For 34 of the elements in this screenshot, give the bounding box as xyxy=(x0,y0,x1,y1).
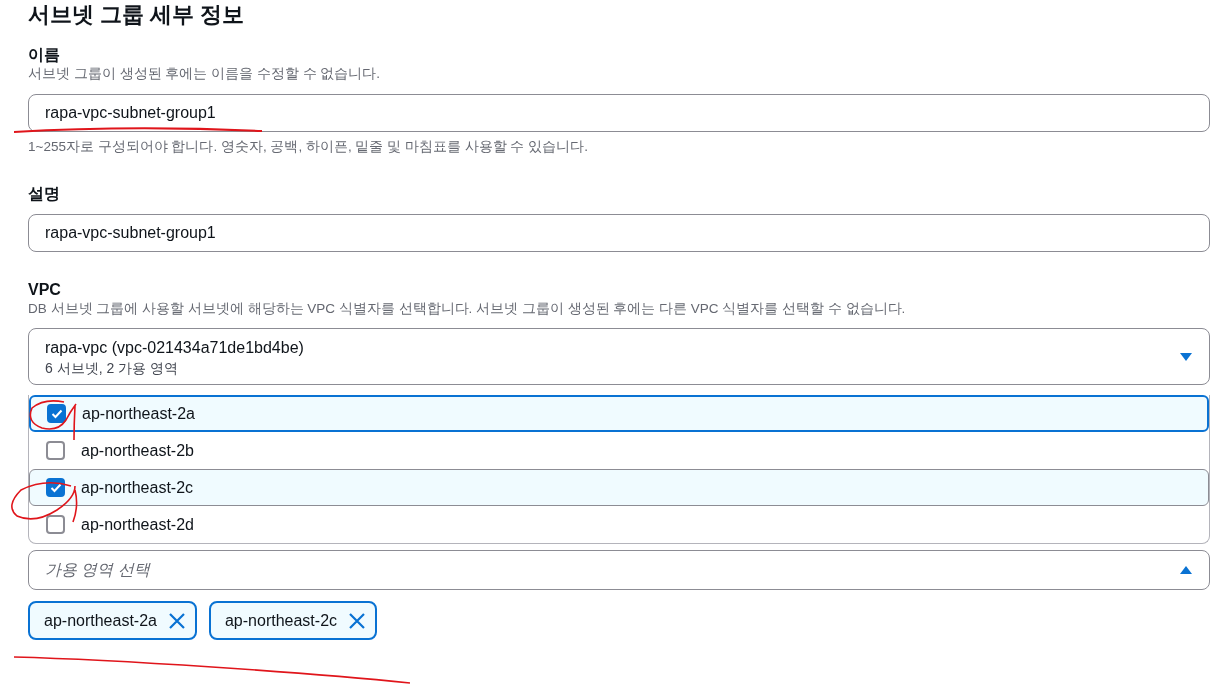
section-title: 서브넷 그룹 세부 정보 xyxy=(28,1,246,29)
field-description: 서브넷 그룹이 생성된 후에는 이름을 수정할 수 없습니다. xyxy=(28,65,381,83)
checkbox[interactable] xyxy=(46,478,65,497)
caret-up-icon xyxy=(1179,565,1193,575)
close-icon[interactable] xyxy=(166,610,187,631)
checkbox[interactable] xyxy=(46,515,65,534)
caret-down-icon xyxy=(1179,351,1193,362)
vpc-detail: 6 서브넷, 2 가용 영역 xyxy=(45,358,180,377)
dropdown-option[interactable]: ap-northeast-2a xyxy=(29,395,1209,432)
option-label: ap-northeast-2d xyxy=(81,515,194,534)
field-description: DB 서브넷 그룹에 사용할 서브넷에 해당하는 VPC 식별자를 선택합니다. 서브넷 그룹이 생성된 후에는 다른 VPC 식별자를 선택할 수 없습니다. xyxy=(28,300,907,318)
option-label: ap-northeast-2a xyxy=(82,404,195,423)
token-label: ap-northeast-2c xyxy=(224,611,338,630)
field-label: 이름 xyxy=(28,45,61,65)
check-icon xyxy=(50,408,63,419)
vpc-value: rapa-vpc (vpc-021434a71de1bd4be) xyxy=(45,337,305,358)
option-label: ap-northeast-2c xyxy=(81,478,194,497)
field-constraint: 1~255자로 구성되어야 합니다. 영숫자, 공백, 하이픈, 밑줄 및 마침표를 사용할 수 있습니다. xyxy=(28,138,589,156)
az-multiselect[interactable]: 가용 영역 선택 xyxy=(28,550,1210,590)
name-input[interactable]: rapa-vpc-subnet-group1 xyxy=(28,94,1210,132)
token-label: ap-northeast-2a xyxy=(44,611,157,630)
dropdown-option[interactable]: ap-northeast-2d xyxy=(29,506,1209,543)
field-label: 설명 xyxy=(28,184,61,204)
checkbox[interactable] xyxy=(47,404,66,423)
close-icon[interactable] xyxy=(347,610,368,631)
placeholder: 가용 영역 선택 xyxy=(45,559,150,580)
check-icon xyxy=(49,482,62,493)
checkbox[interactable] xyxy=(46,441,65,460)
vpc-select[interactable]: rapa-vpc (vpc-021434a71de1bd4be) 6 서브넷, 2 가용 영역 xyxy=(28,328,1210,385)
dropdown-option[interactable]: ap-northeast-2b xyxy=(29,432,1209,469)
option-label: ap-northeast-2b xyxy=(81,441,194,460)
field-label: VPC xyxy=(28,280,62,300)
description-input[interactable]: rapa-vpc-subnet-group1 xyxy=(28,214,1210,252)
dropdown-option[interactable]: ap-northeast-2c xyxy=(29,469,1209,506)
